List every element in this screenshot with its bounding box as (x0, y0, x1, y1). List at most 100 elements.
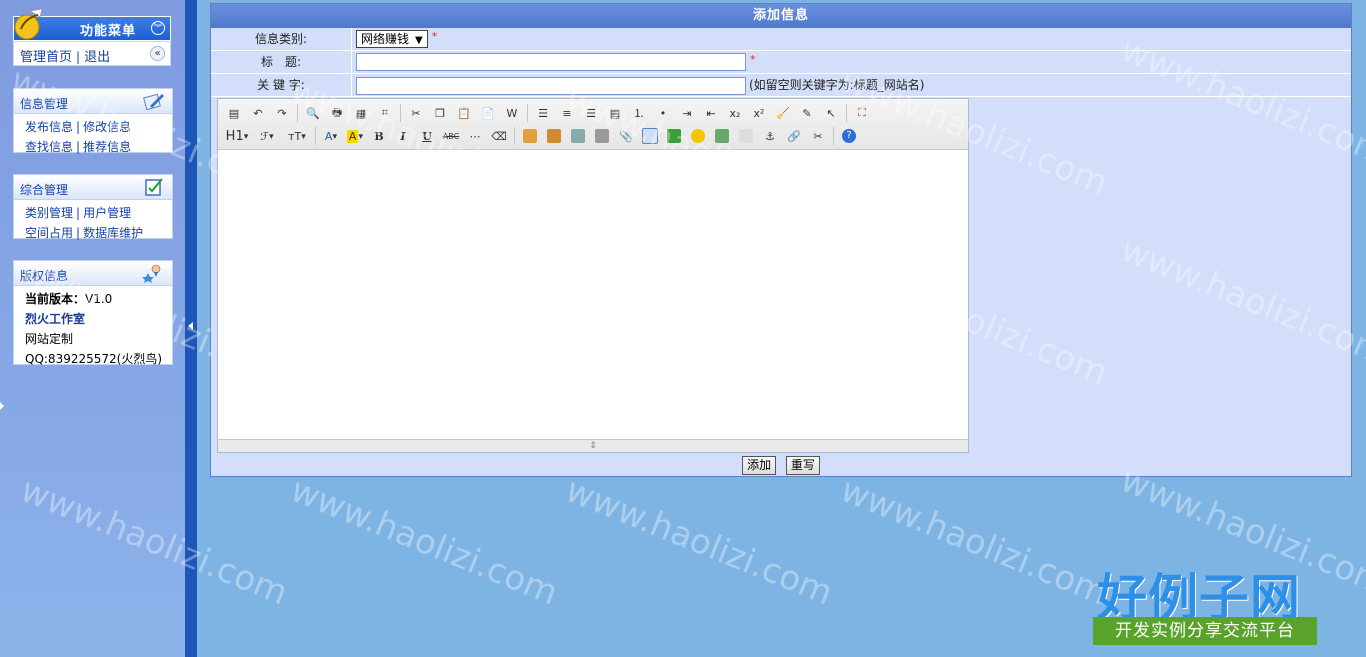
image-icon[interactable] (712, 126, 732, 146)
toolbar-separator (833, 127, 834, 145)
indent-icon[interactable]: ⇥ (677, 103, 697, 123)
find-info-link[interactable]: 查找信息 (25, 140, 73, 154)
unlink-icon[interactable]: ✂ (808, 126, 828, 146)
paste-text-icon[interactable]: 📄 (478, 103, 498, 123)
editor-content-area[interactable] (218, 150, 968, 440)
category-select[interactable]: 网络赚钱 ▼ (356, 30, 428, 48)
underline-button[interactable]: U (417, 126, 437, 146)
horizontal-rule-icon[interactable]: ⋯ (465, 126, 485, 146)
redo-icon[interactable]: ↷ (272, 103, 292, 123)
justify-icon[interactable]: ▤ (605, 103, 625, 123)
category-management-link[interactable]: 类别管理 (25, 206, 73, 220)
align-right-icon[interactable]: ☰ (581, 103, 601, 123)
studio-name: 烈火工作室 (25, 312, 86, 326)
keywords-input[interactable] (356, 76, 746, 95)
paste-word-icon[interactable]: W (502, 103, 522, 123)
strikethrough-button[interactable]: ABC (441, 126, 461, 146)
table-icon[interactable] (640, 126, 660, 146)
space-usage-link[interactable]: 空间占用 (25, 226, 73, 240)
source-icon[interactable]: ▤ (224, 103, 244, 123)
print-icon[interactable]: 🖶 (327, 103, 347, 123)
add-button[interactable]: 添加 (742, 456, 777, 475)
editor-toolbar: ▤ ↶ ↷ 🔍 🖶 ▦ ⌗ ✂ ❐ 📋 📄 W ☰ ≡ ☰ ▤ ⒈ • ⇥ ⇤ x₂ x² 🧹 ✎ ↖ ⛶ H1 ▾ ℱ ▾ тT ▾ … (218, 99, 968, 150)
align-center-icon[interactable]: ≡ (557, 103, 577, 123)
font-size-button[interactable]: тT ▾ (284, 126, 310, 146)
insert-line-icon[interactable] (664, 126, 684, 146)
background-color-icon[interactable]: A ▾ (345, 126, 365, 146)
category-row: 信息类别: 网络赚钱 ▼ * (211, 28, 1351, 51)
flash-icon[interactable] (568, 126, 588, 146)
database-maintenance-link[interactable]: 数据库维护 (83, 226, 143, 240)
general-management-box: 综合管理 类别管理 | 用户管理 空间占用 | 数据库维护 (13, 174, 173, 240)
clear-format-icon[interactable]: 🧹 (773, 103, 793, 123)
emoticon-icon[interactable] (688, 126, 708, 146)
superscript-icon[interactable]: x² (749, 103, 769, 123)
paste-icon[interactable]: 📋 (454, 103, 474, 123)
unordered-list-icon[interactable]: • (653, 103, 673, 123)
cut-icon[interactable]: ✂ (406, 103, 426, 123)
undo-icon[interactable]: ↶ (248, 103, 268, 123)
toolbar-separator (297, 104, 298, 122)
insert-row-after-icon[interactable] (544, 126, 564, 146)
collapse-menu-icon[interactable]: ︾ (151, 21, 165, 35)
font-family-button[interactable]: ℱ ▾ (254, 126, 280, 146)
outdent-icon[interactable]: ⇤ (701, 103, 721, 123)
edit-info-link[interactable]: 修改信息 (83, 120, 131, 134)
font-color-icon[interactable]: A ▾ (321, 126, 341, 146)
link-separator: | (76, 206, 81, 220)
collapse-arrow-icon[interactable] (188, 322, 193, 330)
copy-icon[interactable]: ❐ (430, 103, 450, 123)
insert-row-before-icon[interactable] (520, 126, 540, 146)
align-left-icon[interactable]: ☰ (533, 103, 553, 123)
editor-resize-handle[interactable]: ⇕ (218, 439, 968, 452)
keywords-row: 关 键 字: (如留空则关键字为:标题_网站名) (211, 74, 1351, 97)
title-label: 标 题: (211, 51, 352, 73)
template-icon[interactable]: ▦ (351, 103, 371, 123)
reset-button[interactable]: 重写 (785, 456, 820, 475)
menu-title: 功能菜单 (80, 24, 137, 39)
publish-info-link[interactable]: 发布信息 (25, 120, 73, 134)
required-mark: * (431, 30, 438, 43)
fullscreen-icon[interactable]: ⛶ (852, 103, 872, 123)
title-row: 标 题: * (211, 51, 1351, 74)
media-icon[interactable] (592, 126, 612, 146)
italic-button[interactable]: I (393, 126, 413, 146)
sidebar-toggle-bar[interactable] (185, 0, 197, 657)
admin-home-link[interactable]: 管理首页 (20, 50, 72, 65)
subscript-icon[interactable]: x₂ (725, 103, 745, 123)
sidebar: 功能菜单 ︾ 管理首页 | 退出 « 信息管理 发布信息 | 修改信息 查找信息 | 推荐信… (0, 0, 185, 657)
form-buttons: 添加 重写 (211, 456, 1351, 475)
select-all-icon[interactable]: ✎ (797, 103, 817, 123)
user-management-link[interactable]: 用户管理 (83, 206, 131, 220)
user-star-icon (142, 264, 161, 283)
brand-logo: 好例子网 开发实例分享交流平台 (1093, 558, 1319, 650)
recommend-info-link[interactable]: 推荐信息 (83, 140, 131, 154)
bold-button[interactable]: B (369, 126, 389, 146)
anchor-icon[interactable]: ⚓ (760, 126, 780, 146)
menu-nav: 管理首页 | 退出 « (13, 41, 171, 66)
hide-sidebar-icon[interactable]: « (150, 46, 165, 61)
select-icon[interactable]: ↖ (821, 103, 841, 123)
version-label: 当前版本： (25, 292, 86, 306)
category-label: 信息类别: (211, 28, 352, 50)
pagebreak-icon[interactable] (736, 126, 756, 146)
eraser-icon[interactable]: ⌫ (489, 126, 509, 146)
toolbar-row-2: H1 ▾ ℱ ▾ тT ▾ A ▾ A ▾ B I U ABC ⋯ ⌫ 📎 ⚓ … (224, 125, 863, 147)
toolbar-separator (514, 127, 515, 145)
heading-button[interactable]: H1 ▾ (224, 126, 250, 146)
help-icon[interactable]: ? (839, 126, 859, 146)
link-separator: | (76, 140, 81, 154)
info-management-box: 信息管理 发布信息 | 修改信息 查找信息 | 推荐信息 (13, 88, 173, 154)
link-separator: | (76, 120, 81, 134)
code-icon[interactable]: ⌗ (375, 103, 395, 123)
title-input[interactable] (356, 53, 746, 71)
qq-text: QQ:839225572(火烈鸟) (25, 352, 163, 366)
preview-icon[interactable]: 🔍 (303, 103, 323, 123)
logout-link[interactable]: 退出 (84, 50, 110, 65)
ordered-list-icon[interactable]: ⒈ (629, 103, 649, 123)
link-icon[interactable]: 🔗 (784, 126, 804, 146)
add-info-panel: 添加信息 信息类别: 网络赚钱 ▼ * 标 题: * 关 键 字: (如留空则关键字… (210, 3, 1352, 477)
watermark-text: www.haolizi.com (835, 470, 1114, 614)
keywords-label: 关 键 字: (211, 74, 352, 96)
attachment-icon[interactable]: 📎 (616, 126, 636, 146)
